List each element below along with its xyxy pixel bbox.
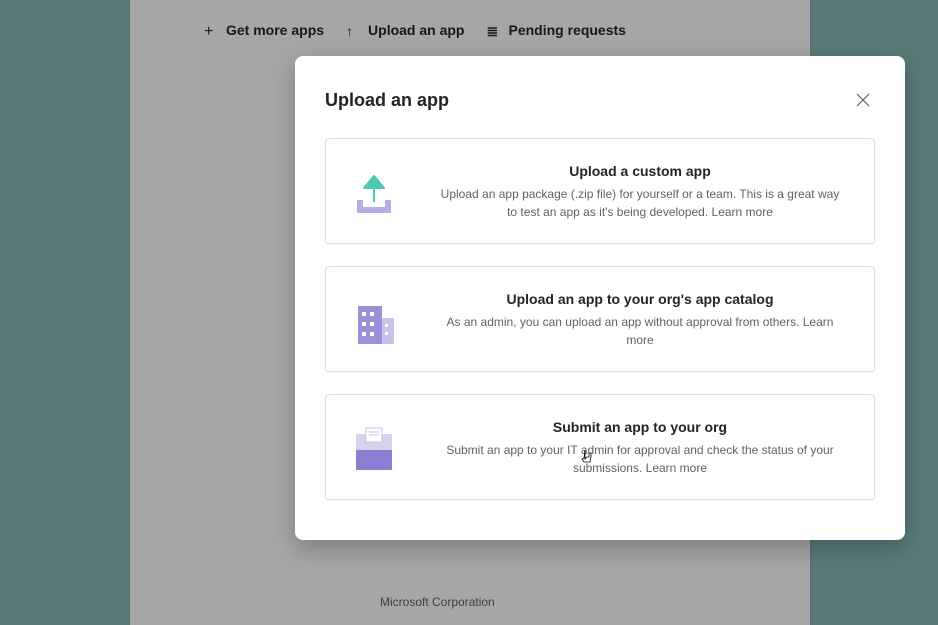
learn-more-link[interactable]: Learn more bbox=[646, 461, 707, 475]
upload-custom-app-card[interactable]: Upload a custom app Upload an app packag… bbox=[325, 138, 875, 244]
card-body: Upload an app to your org's app catalog … bbox=[426, 291, 854, 349]
card-desc-text: As an admin, you can upload an app witho… bbox=[447, 315, 803, 329]
inbox-icon bbox=[346, 420, 402, 476]
upload-org-catalog-card[interactable]: Upload an app to your org's app catalog … bbox=[325, 266, 875, 372]
card-title: Upload an app to your org's app catalog bbox=[426, 291, 854, 307]
close-button[interactable] bbox=[851, 88, 875, 112]
card-title: Upload a custom app bbox=[426, 163, 854, 179]
card-desc: As an admin, you can upload an app witho… bbox=[440, 313, 840, 349]
building-icon bbox=[346, 292, 402, 348]
learn-more-link[interactable]: Learn more bbox=[712, 205, 773, 219]
modal-title: Upload an app bbox=[325, 90, 449, 111]
card-desc: Upload an app package (.zip file) for yo… bbox=[440, 185, 840, 221]
card-title: Submit an app to your org bbox=[426, 419, 854, 435]
submit-to-org-card[interactable]: Submit an app to your org Submit an app … bbox=[325, 394, 875, 500]
upload-modal: Upload an app Upload a custom app Upload… bbox=[295, 56, 905, 540]
card-desc: Submit an app to your IT admin for appro… bbox=[440, 441, 840, 477]
close-icon bbox=[856, 93, 870, 107]
card-body: Submit an app to your org Submit an app … bbox=[426, 419, 854, 477]
card-desc-text: Submit an app to your IT admin for appro… bbox=[446, 443, 833, 475]
card-body: Upload a custom app Upload an app packag… bbox=[426, 163, 854, 221]
card-desc-text: Upload an app package (.zip file) for yo… bbox=[441, 187, 840, 219]
upload-custom-icon bbox=[346, 164, 402, 220]
modal-header: Upload an app bbox=[295, 88, 905, 138]
app-window: Get more apps Upload an app Pending requ… bbox=[130, 0, 810, 625]
